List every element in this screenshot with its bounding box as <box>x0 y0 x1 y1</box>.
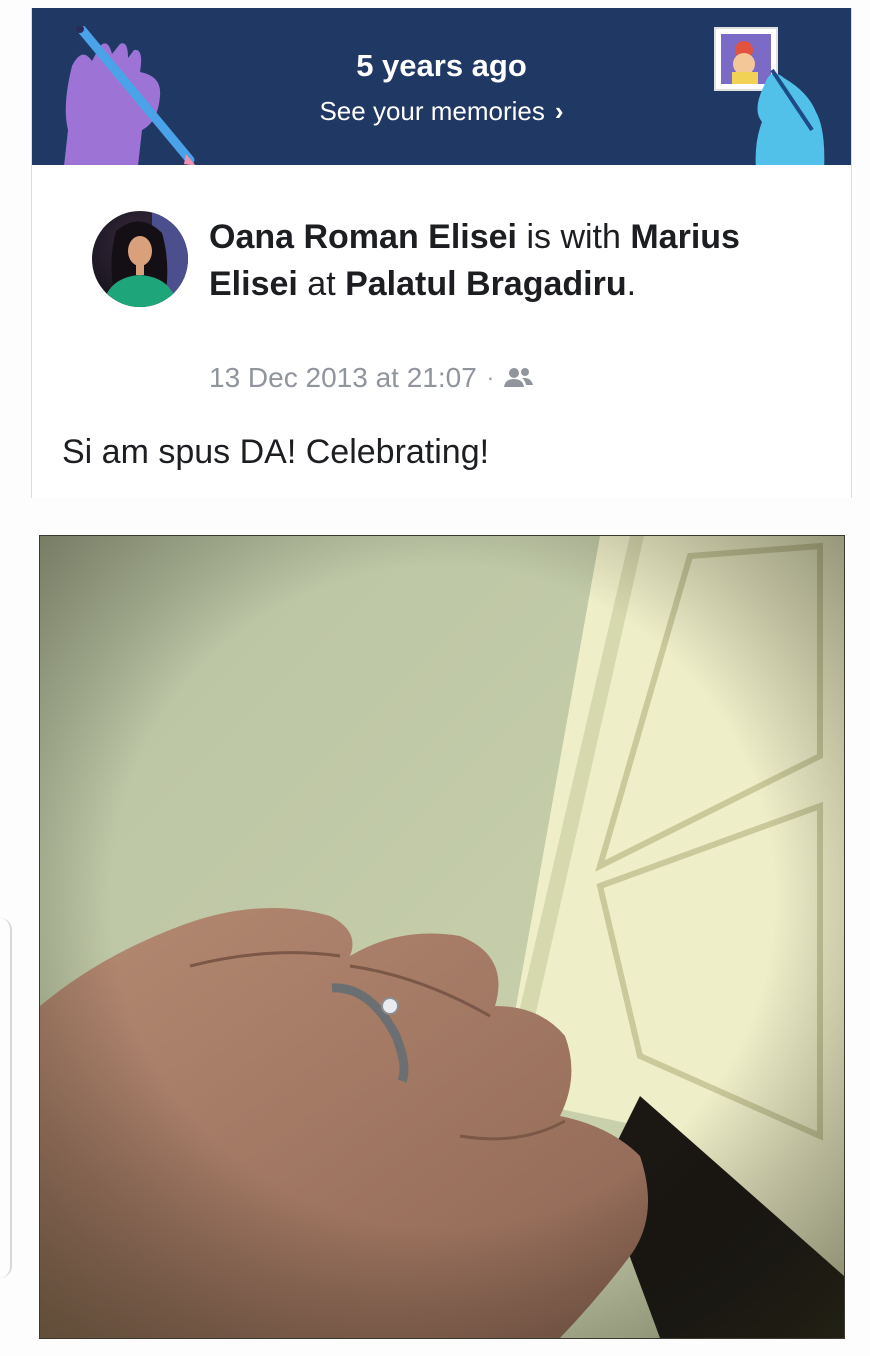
author-name-link[interactable]: Oana Roman Elisei <box>209 218 517 256</box>
post-meta: 13 Dec 2013 at 21:07 · <box>209 362 534 394</box>
meta-separator: · <box>486 365 495 390</box>
place-link[interactable]: Palatul Bragadiru <box>345 265 627 303</box>
with-text: is with <box>517 218 631 256</box>
post-photo[interactable] <box>39 535 845 1339</box>
post-header: Oana Roman Elisei is with Marius Elisei … <box>209 214 769 308</box>
memory-card: 5 years ago See your memories › Oana Roma… <box>31 8 852 498</box>
side-scroll-handle[interactable] <box>0 918 12 1278</box>
chevron-right-icon: › <box>554 96 564 126</box>
memory-years-title: 5 years ago <box>356 48 527 83</box>
post-text: Si am spus DA! Celebrating! <box>62 433 490 471</box>
ring-hand-photo <box>40 536 844 1338</box>
see-memories-link[interactable]: See your memories › <box>32 96 851 127</box>
author-avatar[interactable] <box>92 211 188 307</box>
header-period: . <box>626 265 637 303</box>
at-text: at <box>297 265 346 303</box>
friends-icon[interactable] <box>504 367 534 389</box>
see-memories-label: See your memories <box>319 96 545 126</box>
profile-photo <box>102 211 188 307</box>
memories-banner[interactable]: 5 years ago See your memories › <box>32 8 851 165</box>
post-timestamp-link[interactable]: 13 Dec 2013 at 21:07 <box>209 362 477 394</box>
